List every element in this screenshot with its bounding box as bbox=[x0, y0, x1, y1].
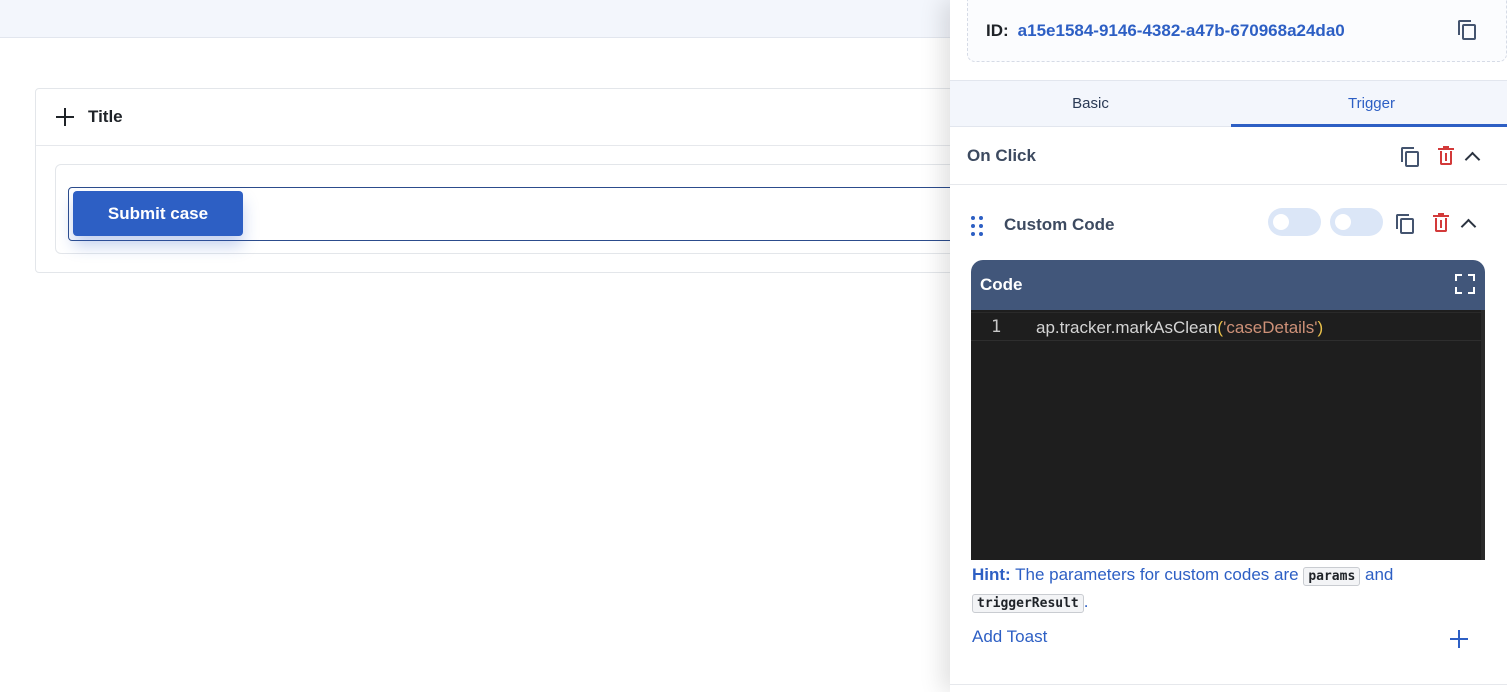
delete-action-icon[interactable] bbox=[1433, 213, 1449, 232]
component-id-box: ID: a15e1584-9146-4382-a47b-670968a24da0 bbox=[967, 0, 1507, 62]
id-label: ID: bbox=[986, 20, 1009, 40]
properties-drawer: ID: a15e1584-9146-4382-a47b-670968a24da0… bbox=[950, 0, 1507, 692]
action-title: Custom Code bbox=[1004, 215, 1115, 234]
card-header[interactable]: Title bbox=[36, 89, 994, 146]
code-line[interactable]: 1 ap.tracker.markAsClean('caseDetails') bbox=[971, 312, 1485, 341]
form-card: Title Submit case bbox=[35, 88, 998, 273]
collapse-action-icon[interactable] bbox=[1461, 216, 1475, 230]
tab-trigger[interactable]: Trigger bbox=[1231, 81, 1507, 127]
canvas-topbar bbox=[0, 0, 950, 38]
id-value: a15e1584-9146-4382-a47b-670968a24da0 bbox=[1017, 20, 1345, 40]
drawer-tabs: Basic Trigger bbox=[950, 80, 1507, 127]
add-toast-plus-icon[interactable] bbox=[1450, 630, 1468, 648]
code-panel-title: Code bbox=[980, 275, 1023, 294]
copy-action-icon[interactable] bbox=[1396, 214, 1416, 236]
add-toast-label[interactable]: Add Toast bbox=[972, 627, 1047, 647]
line-number: 1 bbox=[991, 317, 1002, 337]
copy-trigger-icon[interactable] bbox=[1401, 147, 1421, 169]
delete-trigger-icon[interactable] bbox=[1438, 146, 1454, 165]
copy-id-icon[interactable] bbox=[1458, 20, 1478, 42]
drag-handle-icon[interactable] bbox=[971, 216, 985, 236]
trigger-event-row[interactable]: On Click bbox=[950, 127, 1507, 185]
code-panel-header: Code bbox=[971, 260, 1485, 310]
action-toggle-2[interactable] bbox=[1330, 208, 1383, 236]
hint-text: Hint: The parameters for custom codes ar… bbox=[972, 562, 1442, 616]
hint-param-trigger-result: triggerResult bbox=[972, 594, 1084, 613]
tab-basic[interactable]: Basic bbox=[950, 81, 1231, 126]
hint-text-mid: and bbox=[1360, 565, 1394, 584]
code-object: ap.tracker.markAsClean bbox=[1036, 318, 1218, 337]
code-editor[interactable]: 1 ap.tracker.markAsClean('caseDetails') bbox=[971, 310, 1485, 560]
hint-label: Hint: bbox=[972, 565, 1011, 584]
divider bbox=[950, 684, 1507, 685]
collapse-trigger-icon[interactable] bbox=[1465, 149, 1479, 163]
code-panel: Code 1 ap.tracker.markAsClean('caseDetai… bbox=[971, 260, 1485, 560]
code-line-text: ap.tracker.markAsClean('caseDetails') bbox=[1036, 318, 1323, 338]
expand-icon[interactable] bbox=[1455, 274, 1475, 294]
hint-text-before: The parameters for custom codes are bbox=[1010, 565, 1304, 584]
action-row: Custom Code bbox=[950, 200, 1507, 250]
submit-case-button[interactable]: Submit case bbox=[73, 191, 243, 236]
action-toggle-1[interactable] bbox=[1268, 208, 1321, 236]
card-title: Title bbox=[88, 107, 123, 126]
hint-param-params: params bbox=[1303, 567, 1361, 586]
card-body: Submit case bbox=[55, 164, 998, 254]
plus-icon[interactable] bbox=[54, 106, 76, 128]
selected-component-outline[interactable]: Submit case bbox=[68, 187, 998, 241]
hint-text-after: . bbox=[1083, 592, 1089, 611]
code-string-argument: 'caseDetails' bbox=[1223, 318, 1318, 337]
editor-scrollbar[interactable] bbox=[1481, 310, 1485, 560]
trigger-event-title: On Click bbox=[967, 145, 1036, 165]
code-close-paren: ) bbox=[1317, 318, 1324, 337]
